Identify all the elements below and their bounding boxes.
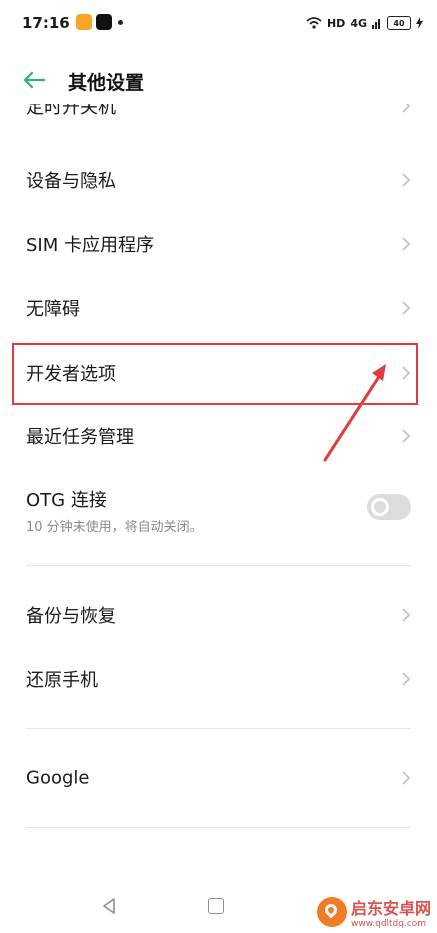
list-item-accessibility[interactable]: 无障碍 <box>0 280 437 336</box>
watermark-text: 启东安卓网 www.qdltdq.com <box>351 895 431 929</box>
charging-icon <box>416 17 423 29</box>
list-item-device-privacy[interactable]: 设备与隐私 <box>0 152 437 208</box>
list-item-label: Google <box>26 767 90 789</box>
app-notification-icon <box>76 14 92 30</box>
list-item-label: SIM 卡应用程序 <box>26 235 154 256</box>
nav-back-icon[interactable] <box>100 897 118 915</box>
list-item-scheduled-power[interactable]: 定时开关机 <box>0 104 437 134</box>
page-header: 其他设置 <box>0 56 437 106</box>
list-item-label: 备份与恢复 <box>26 606 116 627</box>
chevron-right-icon <box>402 301 411 315</box>
notification-dot-icon <box>118 20 123 25</box>
section-divider <box>26 827 411 828</box>
otg-label: OTG 连接 <box>26 490 107 511</box>
list-item-recent-tasks[interactable]: 最近任务管理 <box>0 408 437 464</box>
list-item-label: 最近任务管理 <box>26 427 134 448</box>
list-item-reset-phone[interactable]: 还原手机 <box>0 651 437 707</box>
battery-level: 40 <box>393 18 405 28</box>
watermark-url: www.qdltdq.com <box>350 919 427 929</box>
status-bar: 17:16 HD 4G 40 <box>0 0 437 48</box>
chevron-right-icon <box>402 608 411 622</box>
network-type-label: HD <box>326 16 346 30</box>
otg-toggle[interactable] <box>367 494 411 520</box>
chevron-right-icon <box>402 104 411 113</box>
chevron-right-icon <box>402 429 411 443</box>
otg-description: 10 分钟未使用，将自动关闭。 <box>26 520 203 535</box>
list-item-sim-apps[interactable]: SIM 卡应用程序 <box>0 216 437 272</box>
watermark-title: 启东安卓网 <box>350 899 431 918</box>
otg-setting: OTG 连接 10 分钟未使用，将自动关闭。 <box>0 476 437 546</box>
status-icons: HD 4G 40 <box>306 13 423 33</box>
list-item-label: 还原手机 <box>26 670 98 691</box>
wifi-icon <box>306 17 322 29</box>
chevron-right-icon <box>402 771 411 785</box>
list-item-label: 无障碍 <box>26 299 80 320</box>
section-divider <box>26 728 411 729</box>
page-title: 其他设置 <box>68 72 145 94</box>
chevron-right-icon <box>402 173 411 187</box>
list-item-google[interactable]: Google <box>0 750 437 806</box>
signal-icon <box>372 19 380 29</box>
battery-icon: 40 <box>387 16 411 30</box>
list-item-label: 定时开关机 <box>26 104 116 118</box>
back-arrow-icon[interactable] <box>20 66 48 94</box>
watermark-logo-icon <box>316 897 347 927</box>
section-divider <box>26 565 411 566</box>
status-time: 17:16 <box>22 14 70 32</box>
toggle-knob <box>371 498 389 516</box>
chevron-right-icon <box>402 237 411 251</box>
signal-label: 4G <box>350 16 367 30</box>
highlight-box <box>12 343 418 405</box>
list-item-label: 设备与隐私 <box>26 171 116 192</box>
chevron-right-icon <box>402 672 411 686</box>
watermark: 启东安卓网 www.qdltdq.com <box>316 895 431 929</box>
tiktok-notification-icon <box>96 14 112 30</box>
list-item-backup-restore[interactable]: 备份与恢复 <box>0 587 437 643</box>
nav-home-icon[interactable] <box>208 898 224 914</box>
